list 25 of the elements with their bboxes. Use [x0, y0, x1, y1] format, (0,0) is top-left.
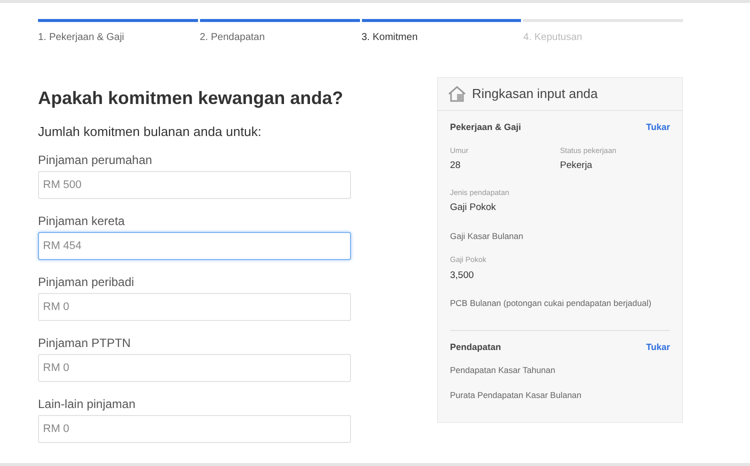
page-heading: Apakah komitmen kewangan anda?	[38, 87, 344, 110]
detail-value: Pekerja	[560, 158, 594, 173]
step-label[interactable]: 2. Pendapatan	[200, 30, 360, 45]
detail-value: 28	[450, 158, 462, 173]
step-label[interactable]: 3. Komitmen	[362, 30, 522, 45]
change-link[interactable]: Tukar	[646, 121, 670, 134]
field-label: Pinjaman peribadi	[38, 274, 136, 291]
field-label: Pinjaman PTPTN	[38, 335, 132, 352]
field-label: Pinjaman kereta	[38, 213, 126, 230]
summary-line: PCB Bulanan (potongan cukai pendapatan berjadual)	[450, 296, 652, 310]
field-label: Lain-lain pinjaman	[38, 396, 136, 413]
section-title: Pendapatan	[450, 340, 502, 354]
subheading: Jumlah komitmen bulanan anda untuk:	[38, 122, 262, 140]
section-title: Pekerjaan & Gaji	[450, 121, 522, 134]
field-label: Pinjaman perumahan	[38, 152, 154, 169]
change-link[interactable]: Tukar	[646, 340, 670, 354]
summary-line: Pendapatan Kasar Tahunan	[450, 364, 556, 377]
detail-value: 3,500	[450, 268, 475, 282]
card-title: Ringkasan input anda	[472, 85, 598, 104]
summary-line: Gaji Kasar Bulanan	[450, 230, 524, 242]
input-field[interactable]: RM 454	[38, 232, 351, 260]
step-label[interactable]: 1. Pekerjaan & Gaji	[38, 30, 198, 45]
summary-line: Purata Pendapatan Kasar Bulanan	[450, 388, 582, 402]
detail-value: Gaji Pokok	[450, 201, 497, 216]
house-icon	[448, 86, 466, 102]
